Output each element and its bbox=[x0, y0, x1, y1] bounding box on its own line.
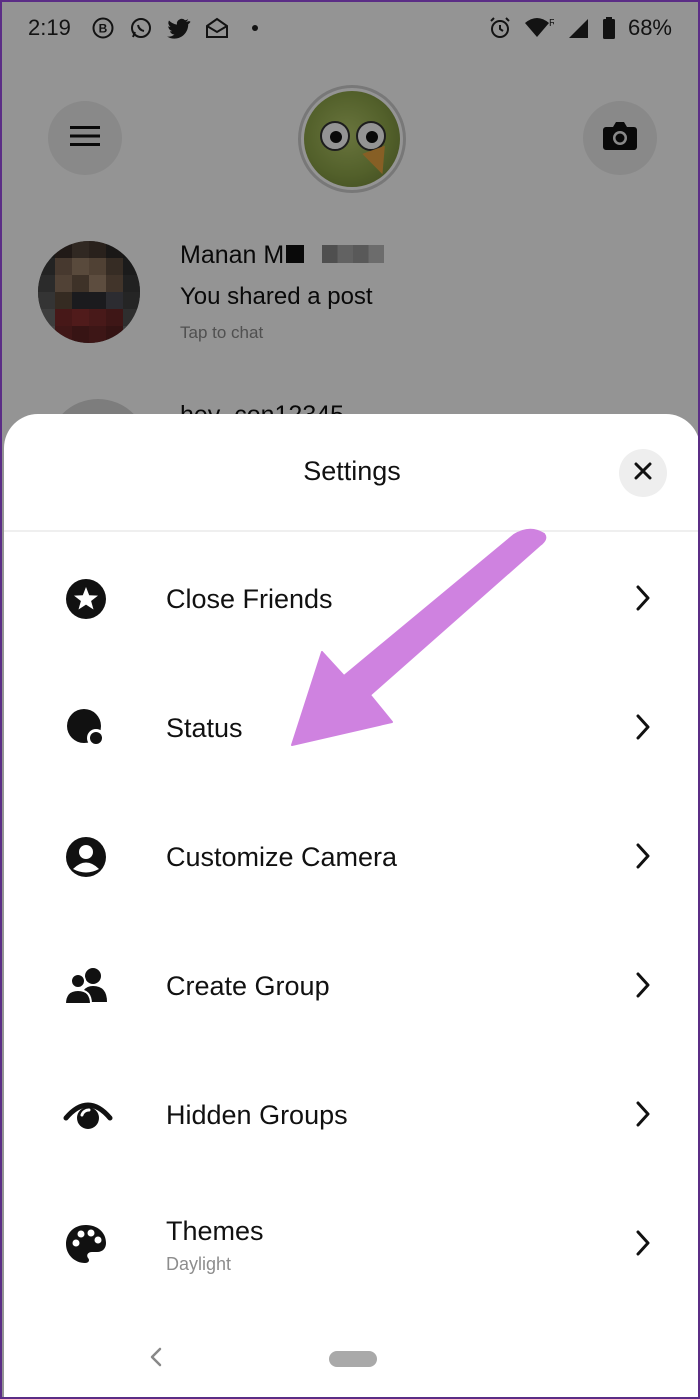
phone-screen: 2:19 B R bbox=[0, 0, 700, 1399]
chevron-right-icon bbox=[630, 1228, 656, 1258]
settings-item-sublabel: Daylight bbox=[166, 1254, 232, 1274]
status-icon bbox=[62, 704, 110, 752]
star-circle-icon bbox=[62, 575, 110, 623]
nav-back-icon[interactable] bbox=[144, 1344, 168, 1370]
group-icon bbox=[62, 962, 110, 1010]
settings-item-themes[interactable]: Themes Daylight bbox=[4, 1194, 698, 1294]
sheet-title: Settings bbox=[303, 456, 401, 486]
settings-item-close-friends[interactable]: Close Friends bbox=[4, 549, 698, 649]
close-button[interactable] bbox=[619, 449, 667, 497]
chevron-right-icon bbox=[630, 712, 656, 742]
settings-item-label: Customize Camera bbox=[166, 842, 398, 872]
settings-item-label: Close Friends bbox=[166, 584, 333, 614]
settings-item-label: Hidden Groups bbox=[166, 1100, 348, 1130]
settings-sheet: Settings Close Friends Status Customize … bbox=[4, 414, 698, 1397]
nav-home-pill[interactable] bbox=[329, 1351, 377, 1367]
chevron-right-icon bbox=[630, 1099, 656, 1129]
palette-icon bbox=[62, 1220, 110, 1268]
chevron-right-icon bbox=[630, 970, 656, 1000]
close-icon bbox=[634, 462, 652, 485]
eye-icon bbox=[62, 1091, 114, 1139]
settings-item-customize-camera[interactable]: Customize Camera bbox=[4, 807, 698, 907]
settings-item-status[interactable]: Status bbox=[4, 678, 698, 778]
settings-item-create-group[interactable]: Create Group bbox=[4, 936, 698, 1036]
settings-item-hidden-groups[interactable]: Hidden Groups bbox=[4, 1065, 698, 1165]
settings-item-label: Create Group bbox=[166, 971, 330, 1001]
chevron-right-icon bbox=[630, 583, 656, 613]
person-circle-icon bbox=[62, 833, 110, 881]
settings-item-label: Themes bbox=[166, 1216, 264, 1246]
divider bbox=[4, 530, 698, 532]
chevron-right-icon bbox=[630, 841, 656, 871]
settings-item-label: Status bbox=[166, 713, 243, 743]
